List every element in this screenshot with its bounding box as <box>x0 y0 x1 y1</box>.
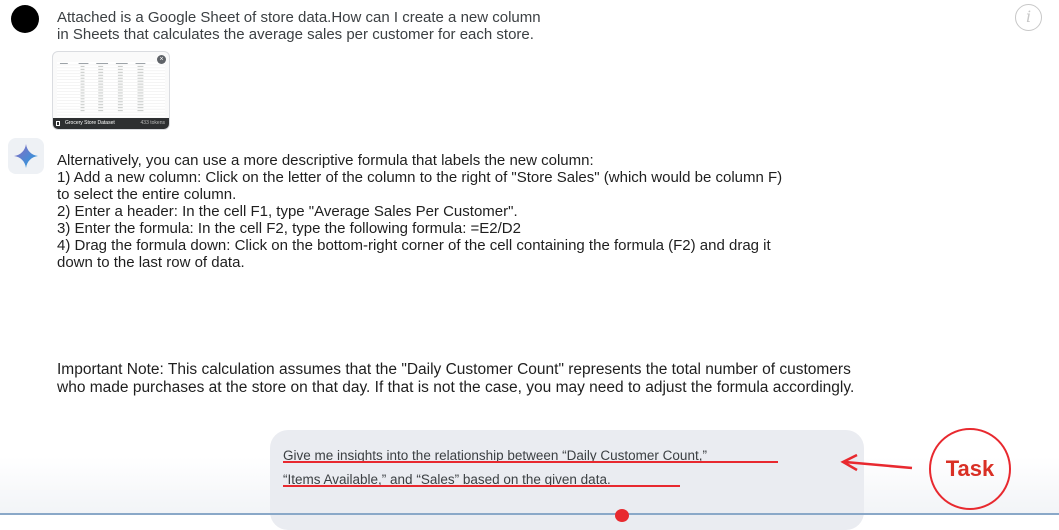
info-icon[interactable]: i <box>1015 4 1042 31</box>
prompt-line: Give me insights into the relationship b… <box>283 448 707 463</box>
response-line: Alternatively, you can use a more descri… <box>57 152 594 169</box>
attachment-bar: Grocery Store Dataset 433 tokens <box>53 118 169 129</box>
close-icon[interactable]: × <box>157 55 166 64</box>
attachment-token-count: 433 tokens <box>140 120 165 126</box>
attachment-thumbnail[interactable]: × Grocery Store Dataset 433 tokens <box>52 51 170 130</box>
user-avatar <box>11 5 39 33</box>
document-icon <box>56 121 60 126</box>
scroll-edge-line <box>0 513 1059 515</box>
note-line: Important Note: This calculation assumes… <box>57 361 851 378</box>
attachment-file-name: Grocery Store Dataset <box>65 120 115 126</box>
cursor-dot <box>615 509 629 522</box>
response-line: 2) Enter a header: In the cell F1, type … <box>57 203 518 220</box>
spreadsheet-preview <box>57 62 165 117</box>
response-line: 1) Add a new column: Click on the letter… <box>57 169 783 186</box>
user-message-line: Attached is a Google Sheet of store data… <box>57 9 541 26</box>
task-label: Task <box>945 456 995 481</box>
note-line: who made purchases at the store on that … <box>57 378 855 396</box>
gemini-sparkle-icon <box>14 144 38 168</box>
assistant-avatar <box>8 138 44 174</box>
response-line: 4) Drag the formula down: Click on the b… <box>57 237 771 254</box>
response-line: 3) Enter the formula: In the cell F2, ty… <box>57 220 521 237</box>
assistant-response: Alternatively, you can use a more descri… <box>57 152 1017 271</box>
important-note: Important Note: This calculation assumes… <box>57 361 1017 396</box>
user-message: Attached is a Google Sheet of store data… <box>57 9 657 43</box>
response-line: to select the entire column. <box>57 186 237 203</box>
user-message-line: in Sheets that calculates the average sa… <box>57 26 534 43</box>
prompt-line: “Items Available,” and “Sales” based on … <box>283 472 611 487</box>
prompt-bubble[interactable]: Give me insights into the relationship b… <box>270 430 864 530</box>
response-line: down to the last row of data. <box>57 254 245 271</box>
prompt-text: Give me insights into the relationship b… <box>283 444 707 492</box>
